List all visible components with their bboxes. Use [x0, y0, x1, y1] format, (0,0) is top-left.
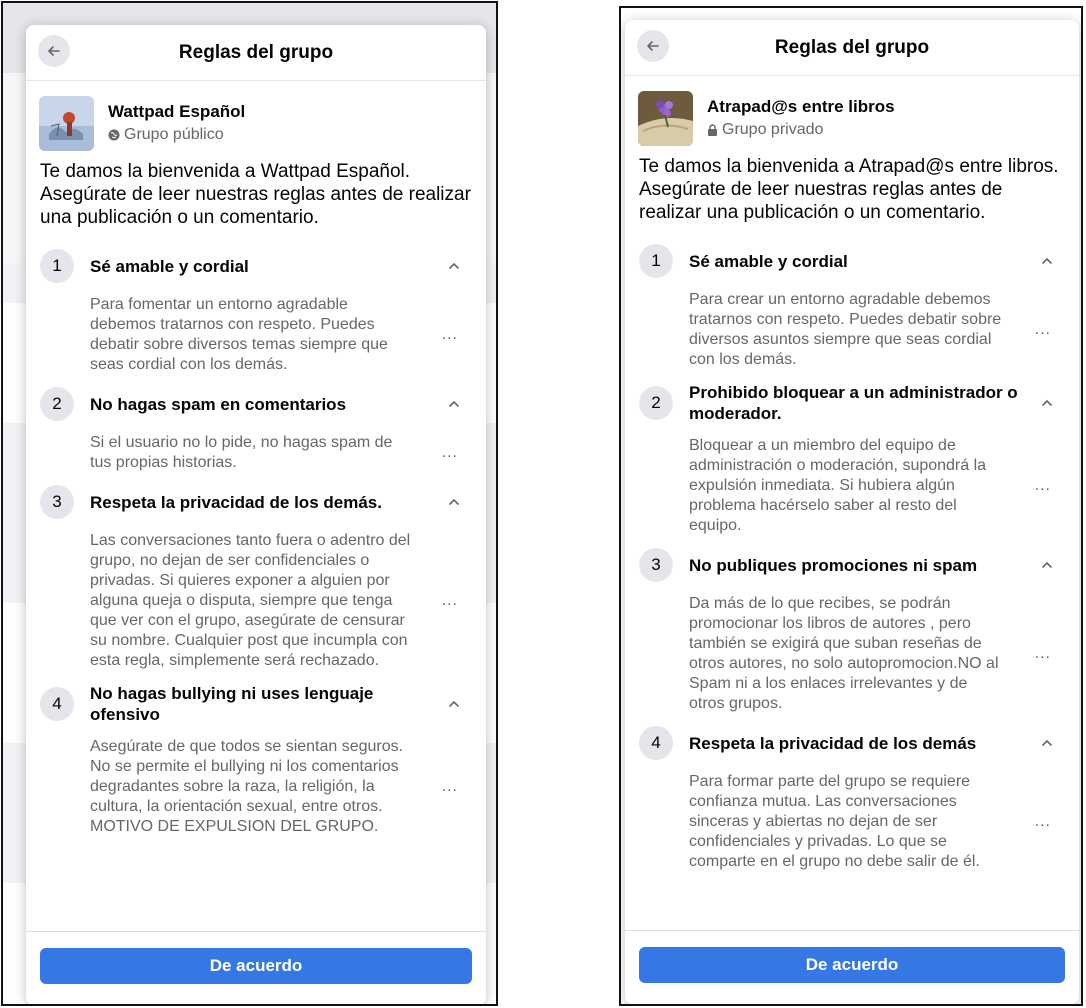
rule-description: Para fomentar un entorno agradable debem…: [40, 295, 472, 375]
dialog-footer: De acuerdo: [26, 931, 486, 1004]
rule-description: Bloquear a un miembro del equipo de admi…: [639, 436, 1065, 536]
rules-scroll-area[interactable]: Wattpad Español Grupo público Te damos l…: [26, 82, 486, 931]
group-privacy: Grupo privado: [707, 121, 823, 139]
rule-description: Para formar parte del grupo se requiere …: [639, 772, 1065, 872]
rule-description-text: Asegúrate de que todos se sientan seguro…: [90, 738, 404, 835]
chevron-up-icon[interactable]: [446, 396, 462, 412]
rule-description: Las conversaciones tanto fuera o adentro…: [40, 531, 472, 671]
rule-description-text: Bloquear a un miembro del equipo de admi…: [689, 437, 987, 534]
rule-title: No hagas bullying ni uses lenguaje ofens…: [90, 684, 374, 724]
privacy-label: Grupo público: [124, 126, 224, 143]
group-rules-dialog: Reglas del grupo Atrapad@s entre libros …: [625, 20, 1079, 1004]
group-name[interactable]: Atrapad@s entre libros: [707, 97, 895, 117]
rule-item: 2 Prohibido bloquear a un administrador …: [625, 382, 1079, 536]
dialog-title: Reglas del grupo: [178, 42, 334, 63]
agree-button[interactable]: De acuerdo: [40, 948, 472, 984]
left-screenshot: Reglas del grupo Wattpad Español Grupo p…: [1, 1, 498, 1006]
dialog-header: Reglas del grupo: [26, 25, 486, 81]
rule-description-text: Para fomentar un entorno agradable debem…: [90, 296, 388, 373]
chevron-up-icon[interactable]: [446, 494, 462, 510]
rule-description: Si el usuario no lo pide, no hagas spam …: [40, 433, 472, 473]
group-info: Atrapad@s entre libros Grupo privado: [625, 77, 1079, 146]
dialog-header: Reglas del grupo: [625, 20, 1079, 76]
more-icon[interactable]: ...: [1035, 476, 1051, 496]
rule-description-text: Para formar parte del grupo se requiere …: [689, 773, 980, 870]
rule-item: 2 No hagas spam en comentarios Si el usu…: [26, 387, 486, 473]
rule-number: 3: [639, 548, 673, 582]
chevron-up-icon[interactable]: [1039, 253, 1055, 269]
welcome-text: Te damos la bienvenida a Atrapad@s entre…: [639, 156, 1059, 223]
rule-item: 3 Respeta la privacidad de los demás. La…: [26, 485, 486, 671]
rule-number: 1: [639, 244, 673, 278]
more-icon[interactable]: ...: [1035, 812, 1051, 832]
rule-header[interactable]: 4 Respeta la privacidad de los demás: [639, 726, 1065, 760]
lock-icon: [708, 124, 717, 136]
rule-description-text: Las conversaciones tanto fuera o adentro…: [90, 532, 411, 669]
rule-number: 4: [40, 687, 74, 721]
more-icon[interactable]: ...: [1035, 644, 1051, 664]
more-icon[interactable]: ...: [442, 325, 458, 345]
group-privacy: Grupo público: [108, 126, 224, 144]
welcome-text: Te damos la bienvenida a Wattpad Español…: [40, 161, 471, 228]
dialog-footer: De acuerdo: [625, 930, 1079, 1004]
privacy-label: Grupo privado: [722, 121, 824, 138]
rule-title: Prohibido bloquear a un administrador o …: [689, 383, 1018, 423]
more-icon[interactable]: ...: [442, 443, 458, 463]
group-rules-dialog: Reglas del grupo Wattpad Español Grupo p…: [26, 25, 486, 1004]
group-avatar: [39, 96, 94, 151]
rule-description: Para crear un entorno agradable debemos …: [639, 290, 1065, 370]
chevron-up-icon[interactable]: [1039, 395, 1055, 411]
rule-number: 4: [639, 726, 673, 760]
group-avatar: [638, 91, 693, 146]
rule-item: 3 No publiques promociones ni spam Da má…: [625, 548, 1079, 714]
rule-item: 1 Sé amable y cordial Para crear un ento…: [625, 244, 1079, 370]
rule-item: 1 Sé amable y cordial Para fomentar un e…: [26, 249, 486, 375]
rule-title: Sé amable y cordial: [689, 251, 848, 271]
group-info: Wattpad Español Grupo público: [26, 82, 486, 151]
rule-item: 4 Respeta la privacidad de los demás Par…: [625, 726, 1079, 872]
rule-number: 2: [40, 387, 74, 421]
more-icon[interactable]: ...: [1035, 320, 1051, 340]
rule-title: No hagas spam en comentarios: [90, 394, 347, 414]
rules-scroll-area[interactable]: Atrapad@s entre libros Grupo privado Te …: [625, 77, 1079, 930]
more-icon[interactable]: ...: [442, 777, 458, 797]
rule-title: Respeta la privacidad de los demás: [689, 733, 977, 753]
rule-description-text: Para crear un entorno agradable debemos …: [689, 291, 1002, 368]
rule-title: Respeta la privacidad de los demás.: [90, 492, 382, 512]
right-screenshot: Reglas del grupo Atrapad@s entre libros …: [619, 6, 1083, 1006]
rule-header[interactable]: 3 No publiques promociones ni spam: [639, 548, 1065, 582]
rule-description: Asegúrate de que todos se sientan seguro…: [40, 737, 472, 837]
agree-button[interactable]: De acuerdo: [639, 947, 1065, 983]
group-name[interactable]: Wattpad Español: [108, 102, 245, 122]
rule-header[interactable]: 1 Sé amable y cordial: [639, 244, 1065, 278]
rule-number: 3: [40, 485, 74, 519]
dialog-title: Reglas del grupo: [774, 37, 930, 58]
chevron-up-icon[interactable]: [446, 258, 462, 274]
rule-title: Sé amable y cordial: [90, 256, 249, 276]
more-icon[interactable]: ...: [442, 591, 458, 611]
rule-number: 2: [639, 386, 673, 420]
chevron-up-icon[interactable]: [446, 696, 462, 712]
rule-title: No publiques promociones ni spam: [689, 555, 978, 575]
rule-header[interactable]: 4 No hagas bullying ni uses lenguaje ofe…: [40, 683, 472, 725]
rule-header[interactable]: 3 Respeta la privacidad de los demás.: [40, 485, 472, 519]
rule-header[interactable]: 2 Prohibido bloquear a un administrador …: [639, 382, 1065, 424]
rule-description-text: Da más de lo que recibes, se podrán prom…: [689, 595, 999, 712]
chevron-up-icon[interactable]: [1039, 735, 1055, 751]
rule-description-text: Si el usuario no lo pide, no hagas spam …: [90, 434, 393, 471]
globe-icon: [108, 129, 120, 141]
rule-header[interactable]: 1 Sé amable y cordial: [40, 249, 472, 283]
rule-item: 4 No hagas bullying ni uses lenguaje ofe…: [26, 683, 486, 837]
chevron-up-icon[interactable]: [1039, 557, 1055, 573]
rule-number: 1: [40, 249, 74, 283]
rule-description: Da más de lo que recibes, se podrán prom…: [639, 594, 1065, 714]
rule-header[interactable]: 2 No hagas spam en comentarios: [40, 387, 472, 421]
